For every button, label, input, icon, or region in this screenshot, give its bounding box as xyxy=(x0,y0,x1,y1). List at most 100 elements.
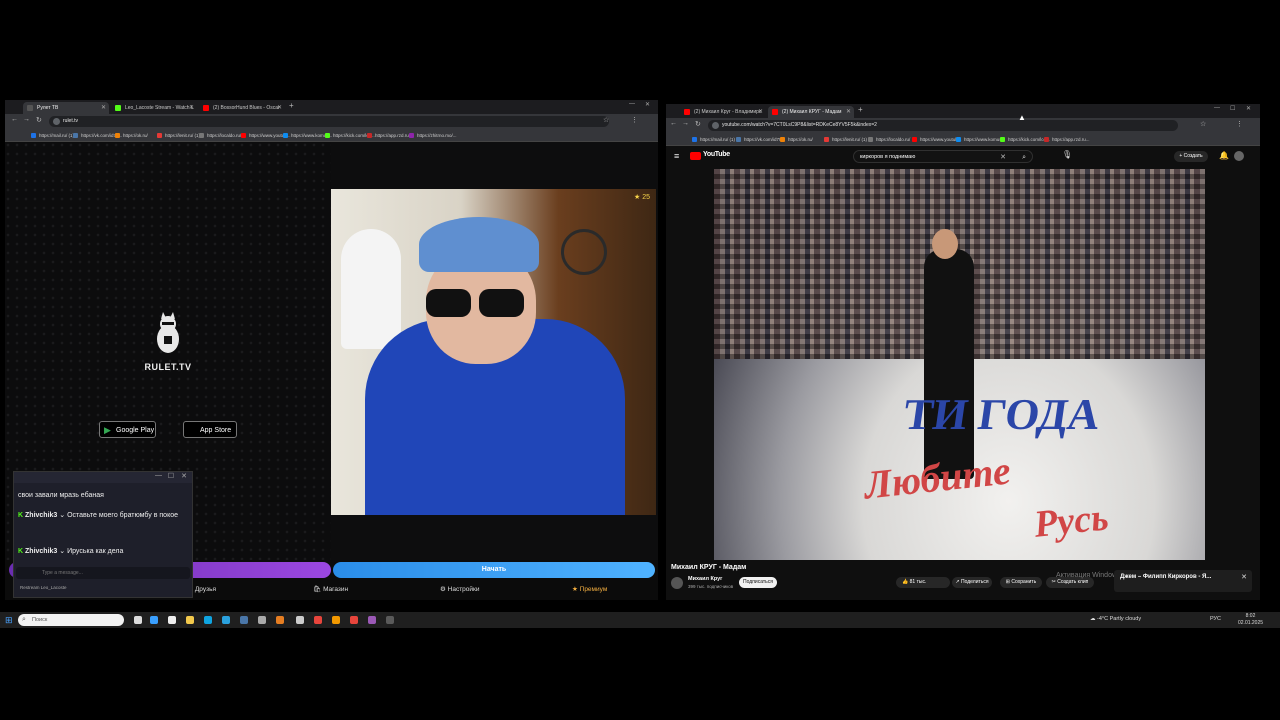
maximize-icon[interactable]: ☐ xyxy=(1230,105,1235,112)
close-window-icon[interactable]: ✕ xyxy=(645,101,650,108)
create-button[interactable]: + Создать xyxy=(1174,151,1208,162)
bookmark-item[interactable]: https://mail.ru/ (1) xyxy=(31,131,74,140)
site-info-icon[interactable] xyxy=(53,118,60,125)
app-icon[interactable] xyxy=(258,616,266,624)
new-tab-button[interactable]: + xyxy=(858,105,863,114)
notifications-icon[interactable]: 🔔 xyxy=(1219,151,1229,160)
back-icon[interactable]: ← xyxy=(11,116,18,123)
clock[interactable]: 8:02 02.01.2025 xyxy=(1238,613,1263,627)
search-icon[interactable]: ⌕ xyxy=(1022,151,1026,164)
close-tab-icon[interactable]: ✕ xyxy=(101,102,106,114)
bookmark-favicon-icon xyxy=(736,137,741,142)
app-store-button[interactable]: App Store xyxy=(183,421,237,438)
chat-user[interactable]: Zhivchik3 xyxy=(25,512,57,519)
weather-widget[interactable]: ☁ -4°C Partly cloudy xyxy=(1090,616,1141,622)
app-icon[interactable] xyxy=(276,616,284,624)
taskbar-search[interactable]: ⌕ Поиск xyxy=(18,614,124,626)
bookmark-item[interactable]: https://kick.com/lco... xyxy=(1000,135,1050,144)
bookmark-star-icon[interactable]: ☆ xyxy=(1200,120,1206,128)
task-view-icon[interactable] xyxy=(134,616,142,624)
start-icon[interactable]: ⊞ xyxy=(5,615,13,626)
channel-avatar[interactable] xyxy=(671,577,683,589)
menu-icon[interactable]: ⋮ xyxy=(631,116,638,124)
tab-blues[interactable]: (2) BossorHund Blues - Oscar ✕ xyxy=(199,102,285,114)
bookmark-item[interactable]: https://lenit.ru/ (1) xyxy=(824,135,867,144)
app-icon[interactable] xyxy=(368,616,376,624)
premium-menu-item[interactable]: ★ Премиум xyxy=(572,585,607,593)
close-popup-icon[interactable]: ✕ xyxy=(1241,573,1247,581)
microphone-icon[interactable]: 🎙 xyxy=(1062,150,1072,159)
bookmark-star-icon[interactable]: ☆ xyxy=(603,116,609,124)
close-tab-icon[interactable]: ✕ xyxy=(758,106,763,118)
bookmark-item[interactable]: https://app.rzd.ru... xyxy=(367,131,413,140)
reload-icon[interactable]: ↻ xyxy=(36,116,42,124)
bookmark-item[interactable]: https://ok.ru/ xyxy=(115,131,148,140)
bookmark-item[interactable]: https://ok.ru/ xyxy=(780,135,813,144)
bookmark-item[interactable]: https://app.rzd.ru... xyxy=(1044,135,1090,144)
like-button[interactable]: 👍 81 тыс. xyxy=(896,577,950,588)
bookmark-item[interactable]: https://localdo.ru/ xyxy=(868,135,910,144)
clear-search-icon[interactable]: ✕ xyxy=(1000,151,1006,164)
close-icon[interactable]: ✕ xyxy=(181,472,187,480)
reload-icon[interactable]: ↻ xyxy=(695,120,701,128)
address-bar[interactable]: rulet.tv xyxy=(49,116,609,127)
tab-krug-madam[interactable]: (2) Михаил КРУГ - Мадам ✕ xyxy=(768,106,854,118)
youtube-logo-icon[interactable] xyxy=(690,152,701,160)
new-tab-button[interactable]: + xyxy=(289,101,294,110)
app-icon[interactable] xyxy=(240,616,248,624)
chat-user[interactable]: Zhivchik3 xyxy=(25,548,57,555)
youtube-logo-text[interactable]: YouTube xyxy=(703,151,730,158)
app-icon[interactable] xyxy=(168,616,176,624)
telegram-icon[interactable] xyxy=(222,616,230,624)
google-play-button[interactable]: ▶ Google Play xyxy=(99,421,156,438)
webcam-video: ★ 25 xyxy=(331,189,656,515)
bookmark-item[interactable]: https://www.youtub... xyxy=(912,135,962,144)
bookmark-label: https://lenit.ru/ (1) xyxy=(832,137,868,142)
forward-icon[interactable]: → xyxy=(682,120,689,127)
minimize-icon[interactable]: — xyxy=(1214,105,1220,111)
menu-icon[interactable]: ⋮ xyxy=(1236,120,1243,128)
start-button[interactable]: Начать xyxy=(333,562,655,578)
edge-icon[interactable] xyxy=(204,616,212,624)
tab-krug-vladimir[interactable]: (2) Михаил Круг - Владимирс ✕ xyxy=(680,106,766,118)
maximize-icon[interactable]: ☐ xyxy=(168,472,174,480)
tab-leo-lacoste[interactable]: Leo_Lacoste Stream - Watch L ✕ xyxy=(111,102,197,114)
youtube-video-player[interactable]: ТИ ГОДА Любите Русь xyxy=(714,169,1205,560)
file-explorer-icon[interactable] xyxy=(186,616,194,624)
shop-menu-item[interactable]: 🛍 Магазин xyxy=(313,585,348,593)
settings-menu-item[interactable]: ⚙ Настройки xyxy=(440,585,480,593)
close-window-icon[interactable]: ✕ xyxy=(1246,105,1251,112)
avatar[interactable] xyxy=(1234,151,1244,161)
tab-rulet[interactable]: Рулет ТВ ✕ xyxy=(23,102,109,114)
app-icon[interactable] xyxy=(296,616,304,624)
hamburger-icon[interactable]: ≡ xyxy=(674,151,679,161)
chrome-icon[interactable] xyxy=(350,616,358,624)
address-bar[interactable]: youtube.com/watch?v=7CT0LsC9P8&list=RDKe… xyxy=(708,120,1178,131)
share-button[interactable]: ↗ Поделиться xyxy=(952,577,992,588)
bookmark-item[interactable]: https://mail.ru/ (1) xyxy=(692,135,735,144)
chat-input[interactable]: Type a message... xyxy=(16,567,190,579)
channel-name[interactable]: Михаил Круг xyxy=(688,576,722,582)
bookmark-item[interactable]: https://zhitrno.mo/... xyxy=(409,131,457,140)
search-input[interactable]: киркоров я поднимаю ✕ ⌕ xyxy=(853,150,1033,163)
close-tab-icon[interactable]: ✕ xyxy=(277,102,282,114)
back-icon[interactable]: ← xyxy=(670,120,677,127)
copilot-icon[interactable] xyxy=(150,616,158,624)
chrome-icon[interactable] xyxy=(314,616,322,624)
language-indicator[interactable]: РУС xyxy=(1210,616,1221,622)
minimize-icon[interactable]: — xyxy=(629,101,635,107)
app-icon[interactable] xyxy=(332,616,340,624)
close-tab-icon[interactable]: ✕ xyxy=(846,106,851,118)
minimize-icon[interactable]: — xyxy=(155,472,162,479)
bookmark-item[interactable]: https://vk.com/id70... xyxy=(736,135,785,144)
close-tab-icon[interactable]: ✕ xyxy=(189,102,194,114)
bookmark-item[interactable]: https://www.komus... xyxy=(956,135,1005,144)
save-button[interactable]: ⊞ Сохранить xyxy=(1000,577,1042,588)
app-icon[interactable] xyxy=(386,616,394,624)
site-info-icon[interactable] xyxy=(712,122,719,129)
mini-player-popup[interactable]: Джем – Филипп Киркоров - Я... ✕ xyxy=(1114,570,1252,592)
subscribe-button[interactable]: Подписаться xyxy=(739,577,777,588)
bookmark-item[interactable]: https://lenit.ru/ (1) xyxy=(157,131,200,140)
bookmark-item[interactable]: https://localdo.ru/ xyxy=(199,131,241,140)
forward-icon[interactable]: → xyxy=(23,116,30,123)
